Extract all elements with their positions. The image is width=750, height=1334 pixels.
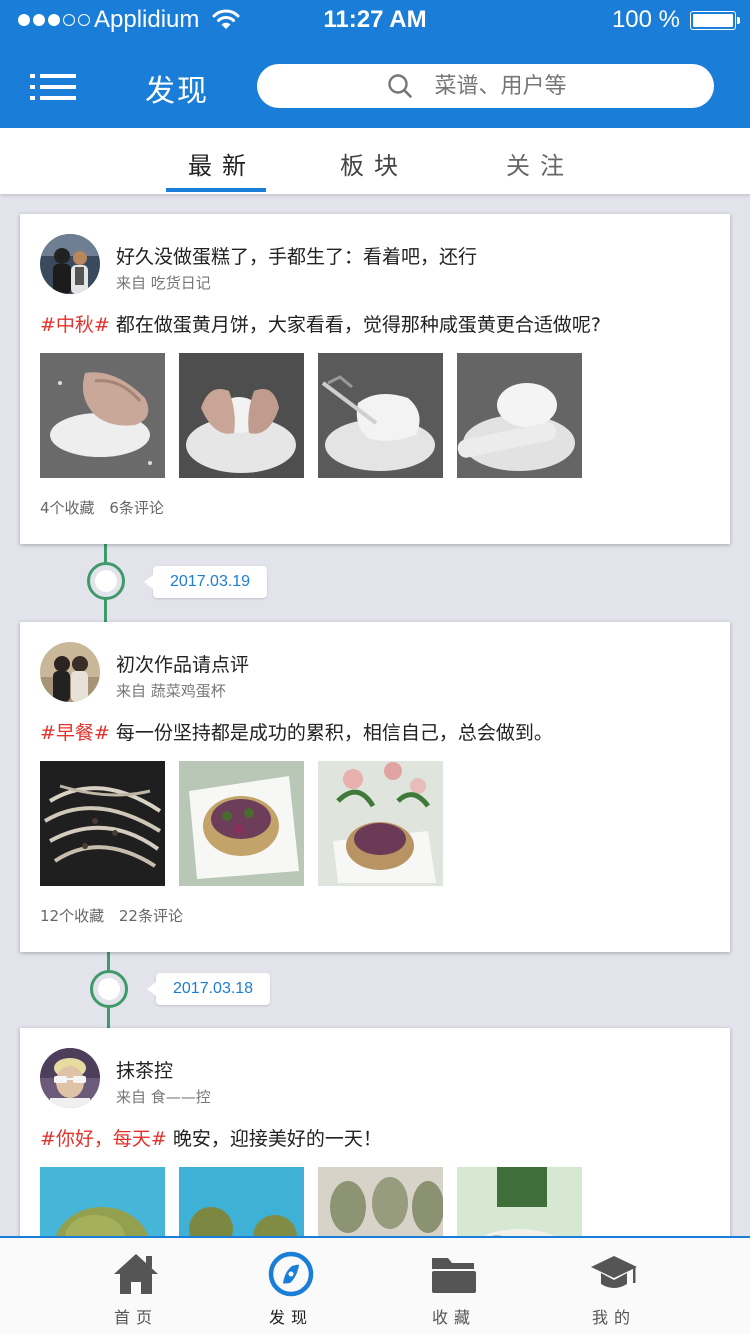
post-card[interactable]: 抹茶控 来自 食——控 #你好，每天# 晚安，迎接美好的一天！ (20, 1028, 730, 1236)
post-photo[interactable] (457, 353, 582, 478)
photo-strip (40, 761, 443, 886)
home-icon (114, 1254, 158, 1294)
post-source: 来自 吃货日记 (116, 272, 211, 293)
post-card[interactable]: 初次作品请点评 来自 蔬菜鸡蛋杯 #早餐# 每一份坚持都是成功的累积，相信自己，… (20, 622, 730, 952)
source-name[interactable]: 食——控 (151, 1088, 211, 1106)
post-text: #你好，每天# 晚安，迎接美好的一天！ (40, 1124, 382, 1151)
post-photo[interactable] (457, 1167, 582, 1236)
tab-following[interactable]: 关注 (506, 146, 574, 181)
post-photo[interactable] (179, 761, 304, 886)
post-text: #早餐# 每一份坚持都是成功的累积，相信自己，总会做到。 (40, 718, 553, 745)
nav-label: 首页 (113, 1308, 158, 1327)
post-photo[interactable] (318, 1167, 443, 1236)
avatar[interactable] (40, 1048, 100, 1108)
tab-boards[interactable]: 板块 (340, 146, 408, 181)
post-source: 来自 食——控 (116, 1086, 211, 1107)
app-header: Applidium 11:27 AM 100 % 发现 (0, 0, 750, 128)
source-prefix: 来自 (116, 274, 147, 292)
post-content: 都在做蛋黄月饼，大家看看，觉得那种咸蛋黄更合适做呢? (115, 314, 601, 336)
post-stats: 12个收藏 22条评论 (40, 905, 183, 926)
folder-icon (432, 1258, 476, 1293)
post-hashtag[interactable]: #你好，每天# (40, 1128, 167, 1150)
page-title: 发现 (145, 74, 209, 109)
timeline-date: 2017.03.18 (146, 973, 271, 1005)
search-bar[interactable] (257, 64, 714, 108)
status-bar: Applidium 11:27 AM 100 % (0, 0, 750, 40)
nav-profile[interactable]: 我的 (554, 1238, 674, 1334)
tab-bar: 最新 板块 关注 (0, 128, 750, 194)
active-tab-indicator (166, 188, 266, 192)
source-prefix: 来自 (116, 1088, 147, 1106)
nav-home[interactable]: 首页 (76, 1238, 196, 1334)
post-title[interactable]: 好久没做蛋糕了，手都生了：看着吧，还行 (116, 242, 477, 269)
nav-label: 我的 (591, 1308, 636, 1327)
nav-label: 收藏 (431, 1308, 476, 1327)
tab-latest[interactable]: 最新 (188, 146, 256, 181)
avatar[interactable] (40, 234, 100, 294)
post-card[interactable]: 好久没做蛋糕了，手都生了：看着吧，还行 来自 吃货日记 #中秋# 都在做蛋黄月饼… (20, 214, 730, 544)
timeline-node (87, 562, 125, 600)
comment-count[interactable]: 22条评论 (119, 907, 183, 925)
source-name[interactable]: 吃货日记 (151, 274, 211, 292)
post-photo[interactable] (179, 1167, 304, 1236)
post-stats: 4个收藏 6条评论 (40, 497, 164, 518)
avatar[interactable] (40, 642, 100, 702)
post-title[interactable]: 抹茶控 (116, 1056, 173, 1083)
feed[interactable]: 2017.03.19 2017.03.18 好久没做蛋糕了，手都生了：看着吧，还… (0, 194, 750, 1236)
favorite-count: 4个收藏 (40, 499, 95, 517)
compass-icon (268, 1251, 314, 1297)
post-content: 晚安，迎接美好的一天！ (172, 1128, 382, 1150)
post-hashtag[interactable]: #中秋# (40, 314, 110, 336)
comment-count[interactable]: 6条评论 (109, 499, 164, 517)
search-icon (387, 74, 412, 98)
post-content: 每一份坚持都是成功的累积，相信自己，总会做到。 (115, 722, 553, 744)
post-source: 来自 蔬菜鸡蛋杯 (116, 680, 226, 701)
graduation-cap-icon (591, 1256, 637, 1288)
hamburger-menu-icon[interactable] (30, 74, 76, 100)
timeline-date: 2017.03.19 (143, 566, 268, 598)
bottom-navigation: 首页 发现 收藏 我的 (0, 1236, 750, 1334)
search-input[interactable] (434, 73, 585, 99)
nav-discover[interactable]: 发现 (231, 1238, 351, 1334)
post-title[interactable]: 初次作品请点评 (116, 650, 249, 677)
post-hashtag[interactable]: #早餐# (40, 722, 110, 744)
post-photo[interactable] (318, 761, 443, 886)
battery-percentage: 100 % (611, 6, 680, 33)
post-photo[interactable] (40, 1167, 165, 1236)
favorite-count: 12个收藏 (40, 907, 105, 925)
post-photo[interactable] (179, 353, 304, 478)
post-text: #中秋# 都在做蛋黄月饼，大家看看，觉得那种咸蛋黄更合适做呢? (40, 310, 601, 337)
photo-strip (40, 1167, 582, 1236)
nav-label: 发现 (268, 1308, 313, 1327)
post-photo[interactable] (318, 353, 443, 478)
post-photo[interactable] (40, 761, 165, 886)
source-prefix: 来自 (116, 682, 147, 700)
timeline-node (90, 970, 128, 1008)
source-name[interactable]: 蔬菜鸡蛋杯 (151, 682, 226, 700)
post-photo[interactable] (40, 353, 165, 478)
photo-strip (40, 353, 582, 478)
battery-icon (690, 11, 740, 30)
nav-favorites[interactable]: 收藏 (394, 1238, 514, 1334)
